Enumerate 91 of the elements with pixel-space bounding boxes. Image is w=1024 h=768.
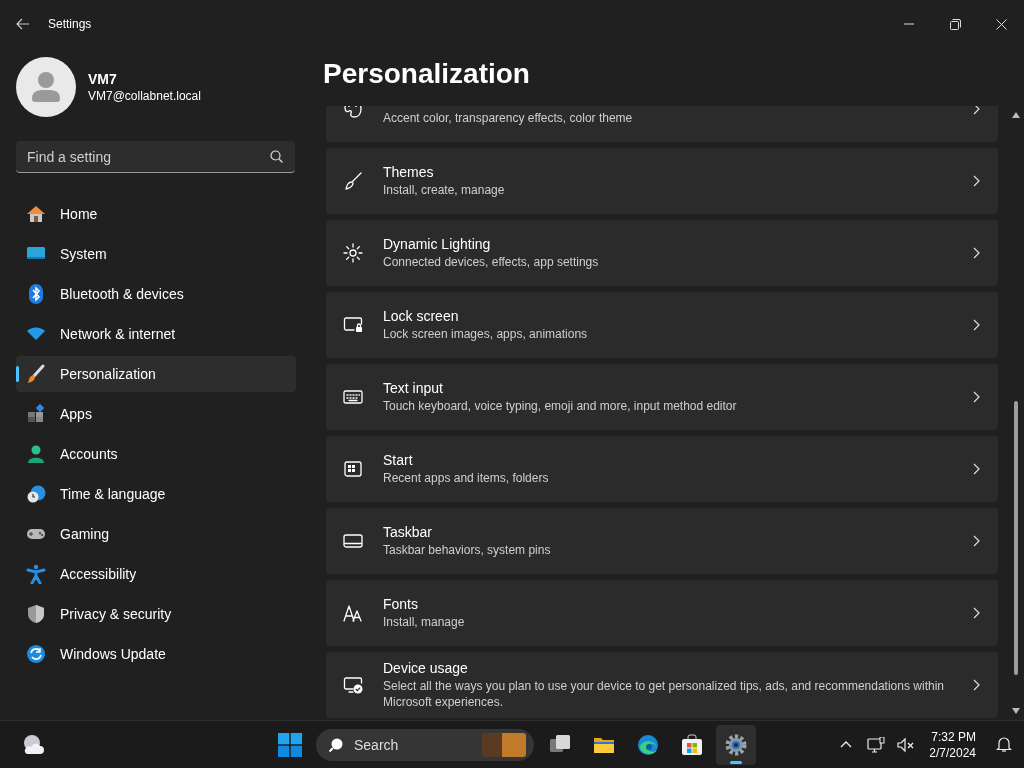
nav-item[interactable]: Bluetooth & devices: [16, 276, 296, 312]
card-description: Touch keyboard, voice typing, emoji and more, input method editor: [383, 398, 738, 414]
nav-item[interactable]: Accounts: [16, 436, 296, 472]
accessibility-figure-icon: [26, 564, 46, 584]
bluetooth-icon: [26, 284, 46, 304]
user-email: VM7@collabnet.local: [88, 89, 201, 103]
card-title: Lock screen: [383, 308, 460, 324]
speaker-muted-icon: [897, 736, 916, 753]
close-icon: [995, 18, 1007, 30]
settings-search-input[interactable]: Find a setting: [27, 148, 270, 165]
settings-card[interactable]: Text input Touch keyboard, voice typing, emoji and more, input method editor: [326, 364, 998, 430]
card-title: Device usage: [383, 660, 469, 676]
back-arrow-icon: [16, 18, 30, 30]
card-description: Lock screen images, apps, animations: [383, 326, 589, 342]
settings-card[interactable]: Start Recent apps and items, folders: [326, 436, 998, 502]
nav-item[interactable]: System: [16, 236, 296, 272]
window-title: Settings: [48, 17, 92, 31]
house-icon: [26, 204, 46, 224]
chevron-right-icon: [973, 679, 980, 691]
apps-grid-icon: [26, 404, 46, 424]
settings-card[interactable]: Fonts Install, manage: [326, 580, 998, 646]
minimize-icon: [904, 23, 914, 25]
settings-card[interactable]: Lock screen Lock screen images, apps, animations: [326, 292, 998, 358]
shield-icon: [26, 604, 46, 624]
card-description: Install, manage: [383, 614, 466, 630]
nav-item[interactable]: Gaming: [16, 516, 296, 552]
card-title: Dynamic Lighting: [383, 236, 492, 252]
card-description: Connected devices, effects, app settings: [383, 254, 600, 270]
taskbar-search-button[interactable]: Search: [316, 729, 534, 761]
search-highlight-picture: [482, 733, 526, 757]
sync-arrows-icon: [26, 644, 46, 664]
card-title: Fonts: [383, 596, 419, 612]
card-title: Themes: [383, 164, 435, 180]
settings-card[interactable]: Accent color, transparency effects, color theme: [326, 106, 998, 142]
chevron-right-icon: [973, 607, 980, 619]
browser-swirl-icon: [636, 733, 660, 757]
taskbar-icon: [343, 531, 363, 551]
chevron-right-icon: [973, 247, 980, 259]
scroll-up-arrow-icon: [1012, 112, 1020, 118]
lock-screen-icon: [343, 315, 363, 335]
cloud-moon-icon: [21, 733, 45, 756]
card-description: Select all the ways you plan to use your device to get personalized tips, ads, and recommendations within Microsoft experiences.: [383, 678, 945, 710]
card-title: Start: [383, 452, 414, 468]
monitor-check-icon: [343, 675, 363, 695]
scroll-down-arrow-icon: [1012, 708, 1020, 714]
card-description: Recent apps and items, folders: [383, 470, 550, 486]
chevron-right-icon: [973, 319, 980, 331]
chevron-up-icon: [840, 741, 853, 748]
chevron-right-icon: [973, 175, 980, 187]
clock-button[interactable]: 7:32 PM 2/7/2024: [921, 724, 984, 765]
nav-item[interactable]: Home: [16, 196, 296, 232]
nav-item[interactable]: Time & language: [16, 476, 296, 512]
settings-card[interactable]: Device usage Select all the ways you plan to use your device to get personalized tips, ads, and recommendations within Microsoft experiences.: [326, 652, 998, 718]
chevron-right-icon: [973, 535, 980, 547]
light-burst-icon: [343, 243, 363, 263]
nav-item[interactable]: Personalization: [16, 356, 296, 392]
person-icon: [26, 444, 46, 464]
card-description: Install, create, manage: [383, 182, 506, 198]
person-silhouette-icon: [31, 71, 61, 103]
nav-item[interactable]: Apps: [16, 396, 296, 432]
windows-logo-icon: [278, 733, 302, 757]
gear-icon: [724, 733, 748, 757]
search-icon: [328, 737, 344, 753]
keyboard-icon: [343, 387, 363, 407]
nav-item[interactable]: Windows Update: [16, 636, 296, 672]
settings-card[interactable]: Taskbar Taskbar behaviors, system pins: [326, 508, 998, 574]
chevron-right-icon: [973, 463, 980, 475]
store-bag-icon: [680, 733, 704, 757]
paintbrush-icon: [343, 171, 363, 191]
settings-card[interactable]: Dynamic Lighting Connected devices, effects, app settings: [326, 220, 998, 286]
nav-item[interactable]: Network & internet: [16, 316, 296, 352]
settings-search-field[interactable]: Find a setting: [16, 141, 295, 173]
page-title: Personalization: [322, 57, 531, 91]
search-icon: [270, 150, 283, 163]
globe-clock-icon: [26, 484, 46, 504]
network-monitor-icon: [867, 736, 886, 753]
card-description: Accent color, transparency effects, color theme: [383, 110, 634, 126]
card-title: Taskbar: [383, 524, 434, 540]
settings-card[interactable]: Themes Install, create, manage: [326, 148, 998, 214]
chevron-right-icon: [973, 391, 980, 403]
card-description: Taskbar behaviors, system pins: [383, 542, 552, 558]
card-title: Text input: [383, 380, 444, 396]
start-menu-icon: [343, 459, 363, 479]
nav-item[interactable]: Accessibility: [16, 556, 296, 592]
bell-icon: [996, 736, 1012, 753]
restore-icon: [949, 18, 961, 30]
chevron-right-icon: [973, 106, 980, 115]
user-name: VM7: [88, 71, 118, 87]
nav-item[interactable]: Privacy & security: [16, 596, 296, 632]
font-letters-icon: [343, 603, 363, 623]
paintbrush-icon: [26, 364, 46, 384]
